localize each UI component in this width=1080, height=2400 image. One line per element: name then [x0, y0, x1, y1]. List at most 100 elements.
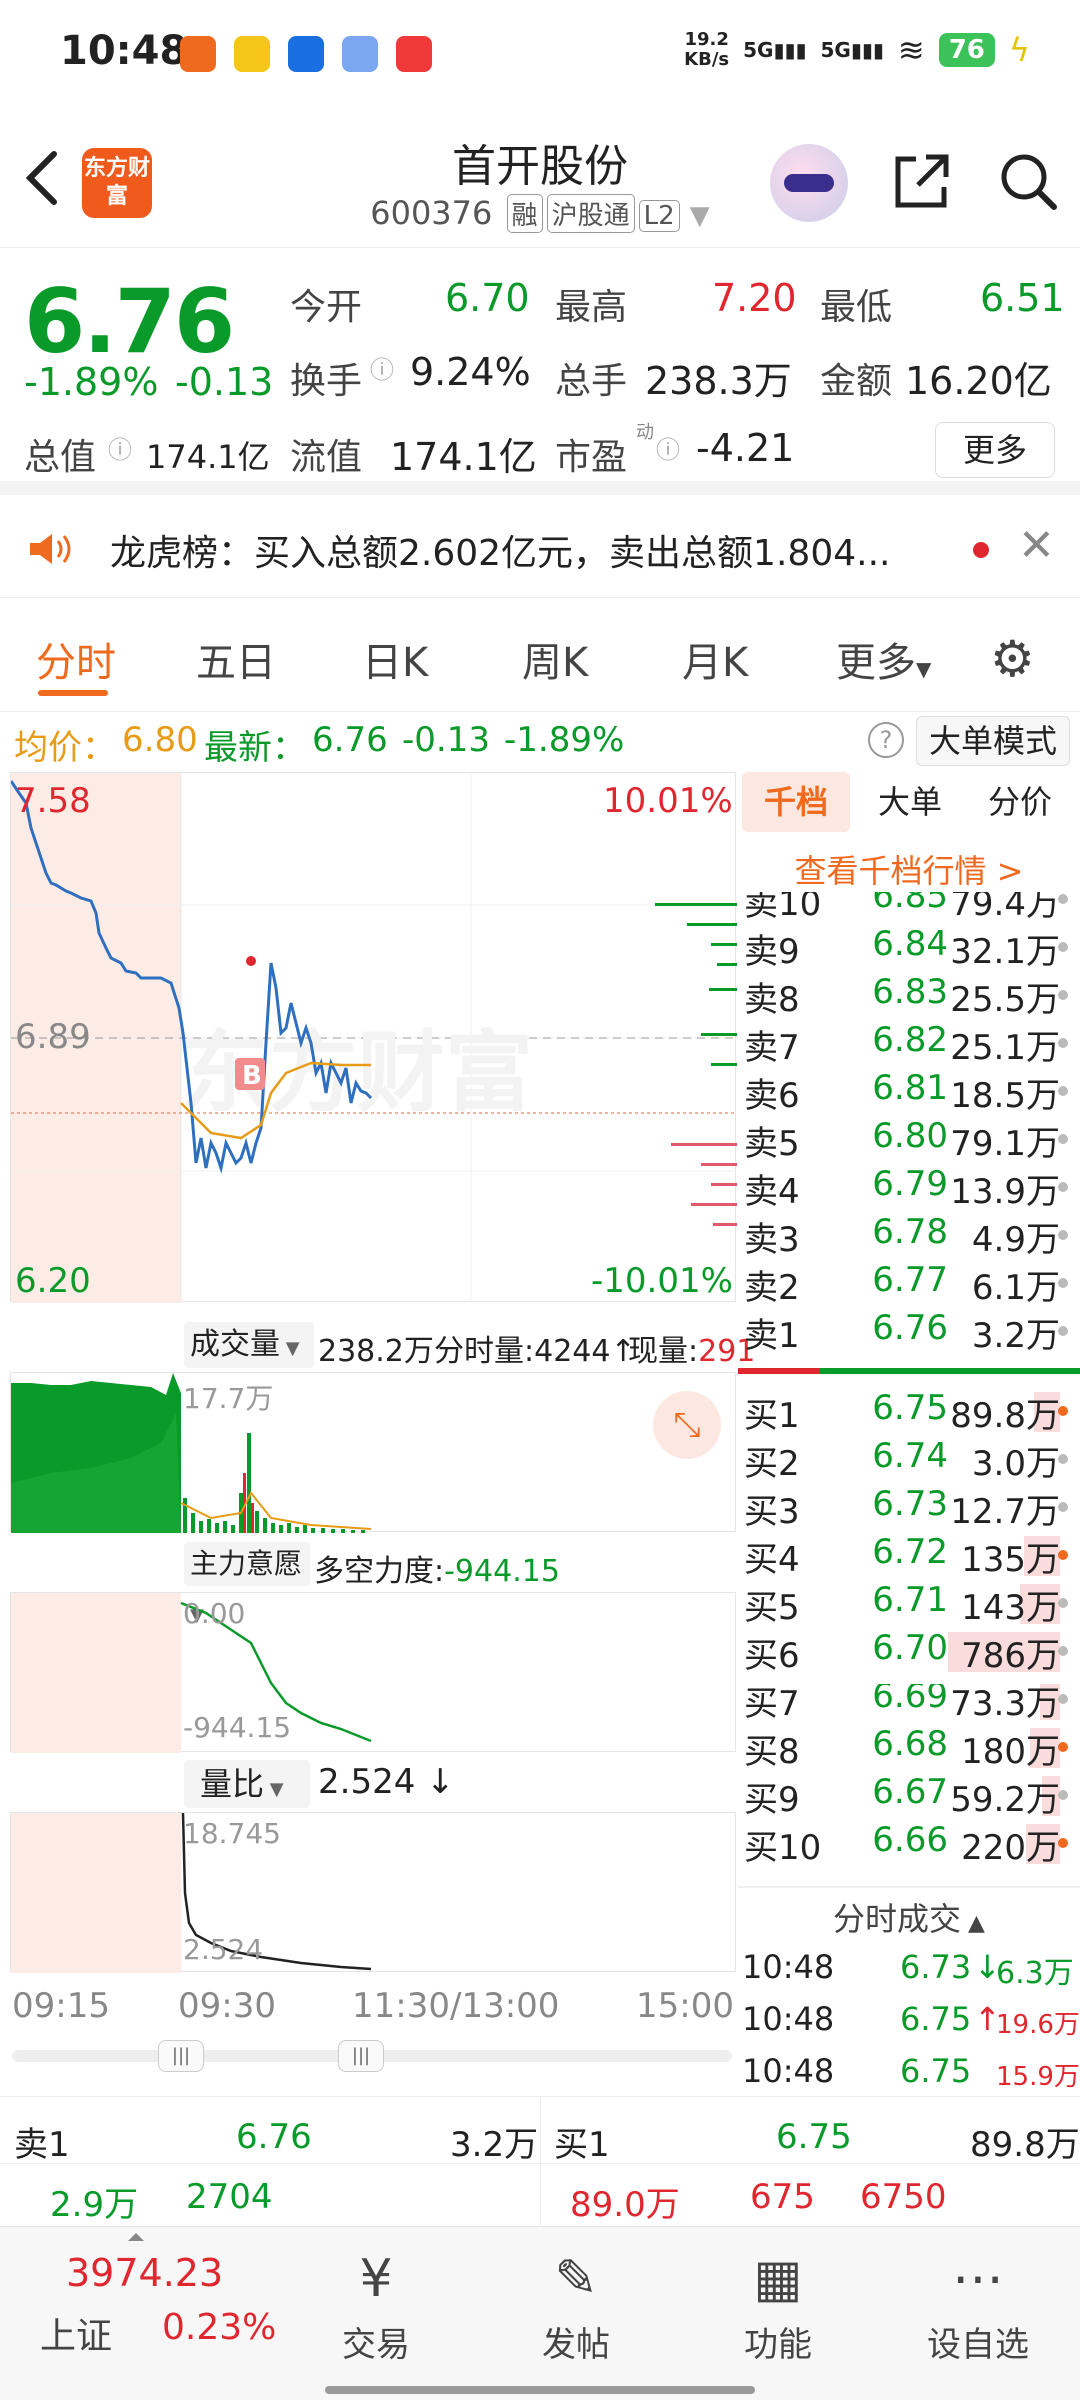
intraday-chart[interactable]: 东方财富 B 7.58 6.89 6.20 10.01% -10.01% [9, 772, 737, 1303]
bid-row[interactable]: 买7 6.69 73.3万 [738, 1684, 1080, 1724]
divider [0, 2163, 1080, 2164]
volume-tick-label: 分时量:4244↑ [434, 1334, 636, 1369]
buy-marker-label: B [242, 1061, 262, 1091]
bid-row[interactable]: 买10 6.66 220万 [738, 1820, 1080, 1868]
close-icon[interactable]: ✕ [1018, 520, 1055, 571]
announcement-bar[interactable]: 龙虎榜：买入总额2.602亿元，卖出总额1.804... ✕ [0, 498, 1080, 598]
price-info-row: 均价： 6.80 最新： 6.76 -0.13 -1.89% ? 大单模式 [0, 714, 1080, 770]
wifi-icon: ≋ [897, 31, 925, 69]
latest-change: -0.13 [402, 720, 490, 760]
time-tick: 09:15 [12, 1986, 110, 2026]
status-bar: 10:48 19.2 KB/s 5G▮▮▮ 5G▮▮▮ ≋ 76 ϟ [0, 0, 1080, 110]
tab-big-orders[interactable]: 大单 [856, 772, 964, 832]
app-notification-icon [288, 36, 324, 72]
nav-trade[interactable]: ¥ 交易 [296, 2247, 456, 2366]
volume-chart[interactable]: 17.7万 ⤡ [10, 1372, 736, 1533]
nav-add-watchlist[interactable]: ⋯ 设自选 [898, 2247, 1058, 2366]
dropdown-icon[interactable]: ▼ [690, 201, 710, 231]
home-indicator[interactable] [325, 2386, 755, 2394]
high-label: 最高 [555, 287, 628, 328]
big-order-mode-button[interactable]: 大单模式 [916, 716, 1070, 766]
tab-monthly-k[interactable]: 月K [682, 630, 748, 688]
trade-tick-row: 10:48 6.75 ↑ 19.6万 [742, 2000, 1080, 2040]
help-icon[interactable]: ? [868, 722, 904, 758]
tab-weekly-k[interactable]: 周K [522, 630, 588, 688]
volume-selector[interactable]: 成交量 ▼ [184, 1322, 314, 1368]
bottom-nav: 3974.23 上证 0.23% ¥ 交易 ✎ 发帖 ▦ 功能 ⋯ 设自选 [0, 2226, 1080, 2400]
ask-row[interactable]: 卖3 6.78 4.9万 [738, 1212, 1080, 1260]
order-depth-bars [655, 903, 737, 1226]
turnover-label: 换手 [290, 361, 363, 402]
range-handle-left[interactable]: ||| [158, 2040, 204, 2072]
tab-five-day[interactable]: 五日 [196, 630, 276, 688]
view-depth-link[interactable]: 查看千档行情 > [738, 846, 1080, 892]
pe-label: 市盈 [555, 437, 628, 478]
ask-row[interactable]: 卖7 6.82 25.1万 [738, 1020, 1080, 1068]
ask-row[interactable]: 卖4 6.79 13.9万 [738, 1164, 1080, 1212]
ask-row[interactable]: 卖9 6.84 32.1万 [738, 924, 1080, 972]
gear-icon[interactable]: ⚙ [990, 630, 1035, 688]
pe-value: -4.21 [696, 426, 795, 470]
grid-icon: ▦ [753, 2249, 803, 2309]
volume-ratio-selector[interactable]: 量比 ▼ [184, 1760, 310, 1808]
bid-row[interactable]: 买1 6.75 89.8万 [738, 1388, 1080, 1436]
intraday-chart-svg: 东方财富 B [9, 773, 737, 1303]
tab-daily-k[interactable]: 日K [362, 630, 428, 688]
summary-ask-stat: 2.9万 [50, 2185, 139, 2225]
bid-row[interactable]: 买5 6.71 143万 [738, 1580, 1080, 1628]
speaker-icon [28, 532, 76, 566]
time-tick: 11:30/13:00 [352, 1986, 560, 2026]
bid-row[interactable]: 买4 6.72 135万 [738, 1532, 1080, 1580]
chevron-down-icon: ▼ [264, 1779, 284, 1800]
bid-row[interactable]: 买2 6.74 3.0万 [738, 1436, 1080, 1484]
app-notification-icon [180, 36, 216, 72]
summary-bid-stat: 675 [750, 2177, 815, 2217]
time-sales-header[interactable]: 分时成交 ▲ [738, 1894, 1080, 1940]
more-quote-button[interactable]: 更多 [935, 422, 1055, 478]
main-force-chart[interactable]: 0.00 -944.15 [10, 1592, 736, 1753]
ask-row[interactable]: 卖8 6.83 25.5万 [738, 972, 1080, 1020]
search-icon[interactable] [996, 149, 1060, 217]
bid-row[interactable]: 买9 6.67 59.2万 [738, 1772, 1080, 1820]
latest-percent: -1.89% [504, 720, 625, 760]
chevron-up-icon: ▲ [961, 1911, 985, 1936]
volume-chart-svg [11, 1373, 372, 1533]
announcement-text[interactable]: 龙虎榜：买入总额2.602亿元，卖出总额1.804... [110, 524, 930, 576]
ask-row[interactable]: 卖1 6.76 3.2万 [738, 1308, 1080, 1356]
bid-row[interactable]: 买6 6.70 786万 [738, 1628, 1080, 1676]
tab-price-distribution[interactable]: 分价 [966, 772, 1074, 832]
bid-row[interactable]: 买8 6.68 180万 [738, 1724, 1080, 1772]
ask-row[interactable]: 卖5 6.80 79.1万 [738, 1116, 1080, 1164]
amount-label: 金额 [820, 361, 893, 402]
bid-row[interactable]: 买3 6.73 12.7万 [738, 1484, 1080, 1532]
avg-label: 均价： [14, 728, 116, 768]
tab-intraday[interactable]: 分时 [36, 630, 116, 688]
info-icon[interactable]: ⓘ [370, 350, 394, 385]
index-value[interactable]: 3974.23 [66, 2251, 223, 2295]
index-name[interactable]: 上证 [40, 2307, 112, 2359]
assistant-icon[interactable] [770, 144, 848, 222]
tab-more[interactable]: 更多▼ [836, 630, 931, 688]
tag-connect: 沪股通 [546, 194, 635, 233]
latest-value: 6.76 [312, 720, 388, 760]
prev-close-label: 6.89 [15, 1017, 91, 1057]
ask-row[interactable]: 卖10 6.85 79.4万 [738, 892, 1080, 924]
avg-value: 6.80 [122, 720, 198, 760]
ask-row[interactable]: 卖2 6.77 6.1万 [738, 1260, 1080, 1308]
watermark: 东方财富 [181, 1021, 533, 1124]
bid-ask-summary: 卖1 6.76 3.2万 买1 6.75 89.8万 2.9万 2704 89.… [0, 2096, 1080, 2227]
info-icon[interactable]: ⓘ [108, 430, 132, 465]
nav-functions[interactable]: ▦ 功能 [698, 2247, 858, 2366]
share-icon[interactable] [890, 149, 954, 217]
tab-depth[interactable]: 千档 [742, 772, 850, 832]
volume-ratio-chart[interactable]: 18.745 2.524 [10, 1812, 736, 1973]
app-notification-icon [342, 36, 378, 72]
expand-icon[interactable]: ⤡ [653, 1391, 721, 1459]
nav-post[interactable]: ✎ 发帖 [496, 2247, 656, 2366]
range-handle-right[interactable]: ||| [338, 2040, 384, 2072]
main-top-label: 0.00 [183, 1597, 246, 1630]
info-icon[interactable]: ⓘ [656, 430, 680, 465]
main-force-selector[interactable]: 主力意愿 ▼ [184, 1542, 310, 1626]
index-percent[interactable]: 0.23% [162, 2307, 276, 2348]
ask-row[interactable]: 卖6 6.81 18.5万 [738, 1068, 1080, 1116]
